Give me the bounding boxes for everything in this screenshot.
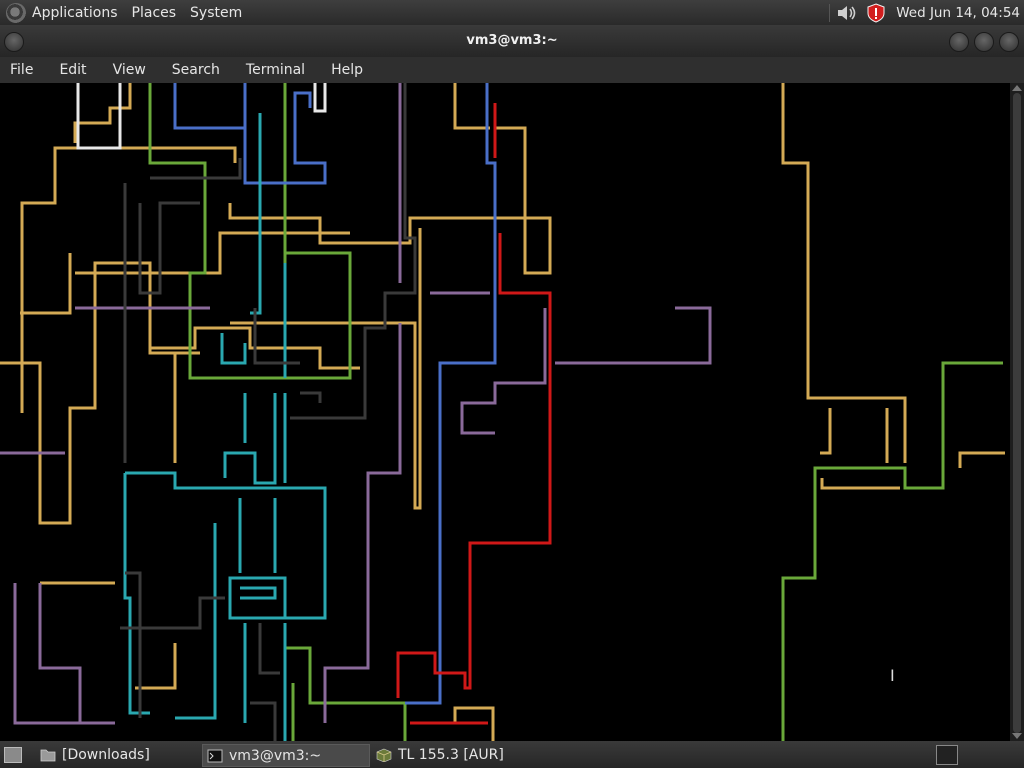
scroll-down-icon[interactable] xyxy=(1012,733,1022,739)
pipe-white xyxy=(313,83,327,113)
task-label: TL 155.3 [AUR] xyxy=(398,746,504,763)
pipe-yellow xyxy=(0,261,200,525)
taskbar: [Downloads] vm3@vm3:~ TL 155.3 [AUR] xyxy=(0,741,1024,768)
pipe-cyan xyxy=(240,586,277,600)
tray-separator xyxy=(829,3,831,22)
clock[interactable]: Wed Jun 14, 04:54 xyxy=(896,5,1020,21)
window-title: vm3@vm3:~ xyxy=(466,33,558,48)
close-button[interactable] xyxy=(999,32,1019,52)
system-tray: Wed Jun 14, 04:54 xyxy=(823,0,1024,25)
shield-update-icon[interactable] xyxy=(866,2,886,23)
menu-view[interactable]: View xyxy=(113,62,146,78)
terminal-icon xyxy=(207,749,223,762)
menu-file[interactable]: File xyxy=(10,62,33,78)
volume-icon[interactable] xyxy=(836,4,858,22)
terminal-output[interactable]: I xyxy=(0,83,1010,741)
package-icon xyxy=(376,748,392,762)
pipe-cyan xyxy=(223,393,277,485)
task-package[interactable]: TL 155.3 [AUR] xyxy=(372,744,562,765)
pipe-yellow xyxy=(820,408,832,455)
pipe-yellow xyxy=(20,146,237,413)
pipe-green xyxy=(285,646,407,741)
pipe-purple xyxy=(38,583,82,723)
pipe-purple xyxy=(323,323,402,723)
menu-search[interactable]: Search xyxy=(172,62,220,78)
pipes-animation xyxy=(0,83,1005,741)
terminal-scrollbar[interactable] xyxy=(1010,83,1024,741)
pipe-yellow xyxy=(228,126,552,275)
pipe-gray xyxy=(120,596,225,630)
system-menu[interactable]: System xyxy=(190,5,242,21)
pipe-gray xyxy=(150,158,242,180)
pipe-purple xyxy=(460,308,547,435)
minimize-button[interactable] xyxy=(949,32,969,52)
scrollbar-thumb[interactable] xyxy=(1013,93,1021,733)
top-panel: Applications Places System Wed Jun 14, 0… xyxy=(0,0,1024,25)
pipe-cyan xyxy=(125,471,327,620)
pipe-gray xyxy=(250,701,277,741)
pipe-purple xyxy=(555,306,712,365)
applications-menu[interactable]: Applications xyxy=(32,5,118,21)
pipe-cyan xyxy=(250,113,262,315)
top-panel-menus: Applications Places System xyxy=(0,0,256,25)
show-desktop-icon[interactable] xyxy=(4,747,22,763)
folder-icon xyxy=(40,749,56,761)
pipe-cyan xyxy=(123,473,150,715)
task-terminal[interactable]: vm3@vm3:~ xyxy=(202,744,370,767)
task-label: [Downloads] xyxy=(62,746,150,763)
pipe-white xyxy=(76,83,122,150)
pipe-cyan xyxy=(175,523,217,720)
menu-help[interactable]: Help xyxy=(331,62,363,78)
pipe-gray xyxy=(300,391,322,403)
pipe-yellow xyxy=(73,83,132,143)
pipe-yellow xyxy=(453,83,490,130)
text-cursor-icon: I xyxy=(890,666,895,685)
pipe-cyan xyxy=(220,333,247,365)
pipe-gray xyxy=(125,571,142,718)
scroll-up-icon[interactable] xyxy=(1012,85,1022,91)
window-titlebar[interactable]: vm3@vm3:~ xyxy=(0,25,1024,57)
pipe-yellow xyxy=(820,478,900,490)
task-label: vm3@vm3:~ xyxy=(229,747,322,764)
pipe-yellow xyxy=(781,83,907,463)
task-downloads[interactable]: [Downloads] xyxy=(36,744,196,765)
places-menu[interactable]: Places xyxy=(132,5,177,21)
maximize-button[interactable] xyxy=(974,32,994,52)
pipe-yellow xyxy=(20,253,72,315)
tray-terminal-icon[interactable] xyxy=(936,745,958,765)
pipe-gray xyxy=(258,623,280,675)
pipe-purple xyxy=(13,583,115,725)
terminal-menubar: File Edit View Search Terminal Help xyxy=(0,57,1024,83)
pipe-yellow xyxy=(958,451,1005,468)
pipe-blue xyxy=(173,83,327,185)
menu-edit[interactable]: Edit xyxy=(59,62,86,78)
distro-logo-icon[interactable] xyxy=(6,2,26,23)
menu-terminal[interactable]: Terminal xyxy=(246,62,305,78)
pipe-gray xyxy=(253,308,300,365)
